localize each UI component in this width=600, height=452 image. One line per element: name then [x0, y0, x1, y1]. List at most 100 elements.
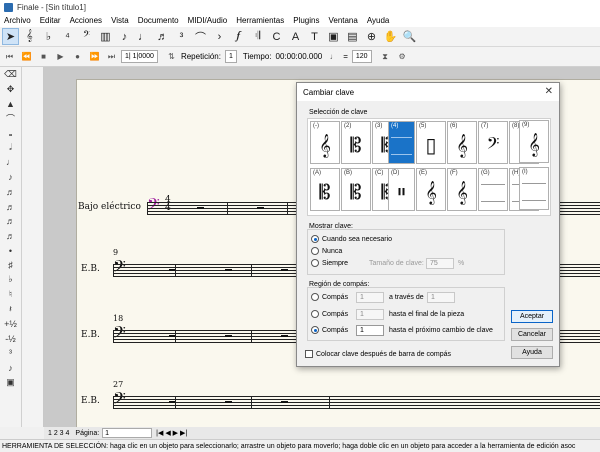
hand-grabber-icon[interactable]: ✋	[382, 28, 399, 45]
clef-option[interactable]: (6) 𝄞	[447, 121, 477, 164]
play-icon[interactable]: ▶	[53, 49, 68, 64]
repeat-tool-icon[interactable]: 𝄇	[249, 28, 266, 45]
clef-option-selected[interactable]: (4)	[388, 121, 415, 164]
clef-option[interactable]: (D) 𝄥	[388, 168, 415, 211]
clef-option[interactable]: (B) 𝄡	[341, 168, 371, 211]
repeat-select[interactable]: 1	[224, 50, 237, 63]
key-signature-tool-icon[interactable]: ♭	[40, 28, 57, 45]
natural-icon[interactable]: ♮	[0, 287, 21, 302]
measure-counter[interactable]: 1| 1|0000	[121, 50, 158, 63]
eraser-icon[interactable]: ⌫	[0, 67, 21, 82]
clef-option[interactable]: (I)	[519, 167, 549, 210]
articulation-tool-icon[interactable]: ›	[211, 28, 228, 45]
grace-note-icon[interactable]: ♪	[0, 361, 21, 376]
zoom-tool-icon[interactable]: ⊕	[363, 28, 380, 45]
graphics-tool-icon[interactable]: ▣	[325, 28, 342, 45]
forward-icon[interactable]: ⏩	[87, 49, 102, 64]
chord-tool-icon[interactable]: C	[268, 28, 285, 45]
eighth-note-icon[interactable]: ♪	[0, 170, 21, 185]
staff-4[interactable]	[113, 396, 600, 409]
sharp-icon[interactable]: ♯	[0, 258, 21, 273]
flat-icon[interactable]: ♭	[0, 273, 21, 288]
page-tabs[interactable]: 1 2 3 4	[48, 430, 69, 437]
page-nav-arrows-icon[interactable]: |◀ ◀ ▶ ▶|	[156, 429, 187, 437]
selection-tool-icon[interactable]: ➤	[2, 28, 19, 45]
quarter-note-icon[interactable]: ♩	[0, 155, 21, 170]
clef-size-input[interactable]: 75	[426, 258, 454, 269]
page-layout-icon[interactable]: ▤	[344, 28, 361, 45]
clef-option[interactable]: (A) 𝄡	[310, 168, 340, 211]
clef-option[interactable]: (F) 𝄞	[447, 168, 477, 211]
playback-settings-icon[interactable]: ⚙	[395, 49, 410, 64]
menu-midi-audio[interactable]: MIDI/Audio	[188, 16, 228, 25]
close-icon[interactable]: ✕	[545, 86, 553, 97]
menu-documento[interactable]: Documento	[138, 16, 179, 25]
region-to-end-input[interactable]: 1	[356, 309, 384, 320]
forward-end-icon[interactable]: ⏭	[104, 49, 119, 64]
tuplet-icon[interactable]: ³	[0, 346, 21, 361]
region-from-input[interactable]: 1	[356, 292, 384, 303]
clef-option[interactable]: (9) 𝄞	[519, 120, 549, 163]
clef-option[interactable]: (5) ▯	[416, 121, 446, 164]
menu-herramientas[interactable]: Herramientas	[236, 16, 284, 25]
region-to-end-radio[interactable]: Compás	[311, 310, 348, 318]
cancel-button[interactable]: Cancelar	[511, 328, 553, 341]
menu-ventana[interactable]: Ventana	[328, 16, 357, 25]
page-input[interactable]: 1	[102, 428, 153, 438]
place-after-barline-checkbox[interactable]: Colocar clave después de barra de compás	[305, 350, 451, 358]
voice-icon[interactable]: ▣	[0, 375, 21, 390]
menu-plugins[interactable]: Plugins	[293, 16, 319, 25]
half-note-icon[interactable]: 𝅗𝅥	[0, 140, 21, 155]
half-step-up-icon[interactable]: +½	[0, 317, 21, 332]
stop-icon[interactable]: ■	[36, 49, 51, 64]
up-arrow-icon[interactable]: ▲	[0, 96, 21, 111]
menu-vista[interactable]: Vista	[111, 16, 129, 25]
staff-tool-icon[interactable]: 𝄞	[21, 28, 38, 45]
clef-tool-icon[interactable]: 𝄢	[78, 28, 95, 45]
menu-ayuda[interactable]: Ayuda	[367, 16, 390, 25]
clef-option[interactable]: (-) 𝄞	[310, 121, 340, 164]
region-through-radio[interactable]: Compás	[311, 293, 348, 301]
64th-note-icon[interactable]: ♬	[0, 214, 21, 229]
show-always-radio[interactable]: Siempre	[311, 259, 348, 267]
help-button[interactable]: Ayuda	[511, 346, 553, 359]
clef-option[interactable]: (E) 𝄞	[416, 168, 446, 211]
rewind-start-icon[interactable]: ⏮	[2, 49, 17, 64]
speedy-entry-icon[interactable]: ♩	[135, 28, 152, 45]
clef-option[interactable]: (7) 𝄢	[478, 121, 508, 164]
rewind-icon[interactable]: ⏪	[19, 49, 34, 64]
ok-button[interactable]: Aceptar	[511, 310, 553, 323]
measure-tool-icon[interactable]: ▥	[97, 28, 114, 45]
expression-tool-icon[interactable]: 𝆑	[230, 28, 247, 45]
32nd-note-icon[interactable]: ♬	[0, 199, 21, 214]
counter-dropdown-icon[interactable]: ⇅	[164, 49, 179, 64]
menu-editar[interactable]: Editar	[40, 16, 61, 25]
time-signature-tool-icon[interactable]: ⁴	[59, 28, 76, 45]
menu-archivo[interactable]: Archivo	[4, 16, 31, 25]
half-step-down-icon[interactable]: -½	[0, 331, 21, 346]
whole-note-icon[interactable]: 𝅝	[0, 126, 21, 141]
menu-acciones[interactable]: Acciones	[70, 16, 102, 25]
hyperscribe-icon[interactable]: ♬	[154, 28, 171, 45]
text-tool-icon[interactable]: T	[306, 28, 323, 45]
metronome-icon[interactable]: ⧗	[378, 49, 393, 64]
dot-icon[interactable]: •	[0, 243, 21, 258]
clef-option[interactable]: (2) 𝄡	[341, 121, 371, 164]
rest-icon[interactable]: 𝄽	[0, 302, 21, 317]
tie-icon[interactable]: ⌒	[0, 111, 21, 126]
move-icon[interactable]: ✥	[0, 82, 21, 97]
magnify-icon[interactable]: 🔍	[401, 28, 418, 45]
smart-shape-icon[interactable]: ⌒	[192, 28, 209, 45]
tempo-input[interactable]: 120	[351, 50, 372, 63]
tuplet-tool-icon[interactable]: ³	[173, 28, 190, 45]
sixteenth-note-icon[interactable]: ♬	[0, 185, 21, 200]
simple-entry-icon[interactable]: ♪	[116, 28, 133, 45]
clef-option[interactable]: (G)	[478, 168, 508, 211]
128th-note-icon[interactable]: ♬	[0, 229, 21, 244]
show-when-needed-radio[interactable]: Cuando sea necesario	[311, 235, 392, 243]
region-next-change-radio[interactable]: Compás	[311, 326, 348, 334]
region-to-input[interactable]: 1	[427, 292, 455, 303]
lyrics-tool-icon[interactable]: A	[287, 28, 304, 45]
record-icon[interactable]: ●	[70, 49, 85, 64]
show-never-radio[interactable]: Nunca	[311, 247, 342, 255]
